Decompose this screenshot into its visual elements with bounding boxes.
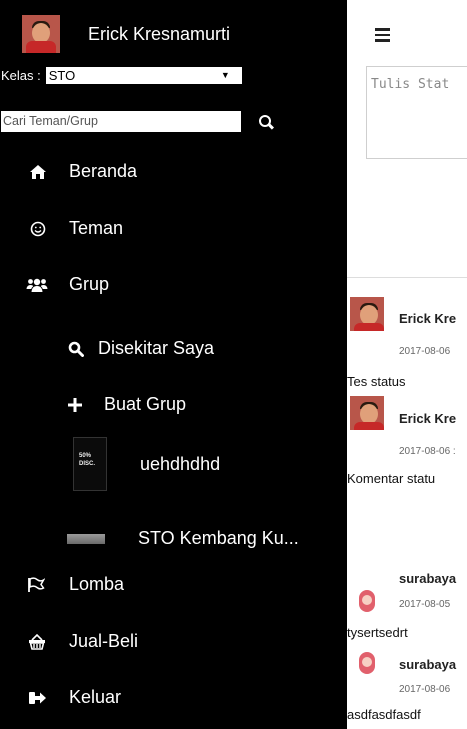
post-avatar[interactable] [350,648,384,682]
nav-item-disekitar-saya[interactable]: Disekitar Saya [67,338,214,359]
side-drawer: Erick Kresnamurti Kelas : STO ▼ Cari Tem… [0,0,347,729]
nav-item-grup[interactable]: Grup [25,274,109,295]
basket-icon [26,632,48,652]
smiley-icon [27,219,49,239]
group-label-uehdhdhd: uehdhdhd [140,453,221,474]
post-text: Tes status [347,374,406,389]
nav-item-lomba[interactable]: Lomba [25,574,124,595]
post-text: asdfasdfasdf [347,707,421,722]
kelas-value: STO [48,68,76,83]
post-author[interactable]: Erick Kre [399,311,456,326]
post-time: 2017-08-06 [399,346,451,357]
divider [347,277,467,278]
avatar [22,15,60,53]
nav-label-disekitar-saya: Disekitar Saya [98,338,215,358]
post-author[interactable]: surabaya [399,657,456,672]
nav-item-keluar[interactable]: Keluar [27,687,121,708]
post-time: 2017-08-06 [399,684,451,695]
post-text: Komentar statu [347,471,436,486]
dropdown-arrow-icon: ▼ [220,70,230,80]
kelas-label: Kelas : [1,68,41,83]
post-avatar[interactable] [350,396,384,430]
nav-item-jual-beli[interactable]: Jual-Beli [26,631,138,652]
plus-icon [67,395,83,415]
home-icon [27,162,49,182]
group-thumbnail: 50% DISC. [73,437,107,491]
search-icon[interactable] [259,114,275,129]
main-content: Tulis Stat Erick Kre 2017-08-06 Tes stat… [347,0,467,729]
post-avatar[interactable] [350,586,384,620]
nav-label-jual-beli: Jual-Beli [69,631,139,651]
post-time: 2017-08-05 [399,599,451,610]
search-icon [67,339,85,359]
nav-item-beranda[interactable]: Beranda [27,161,137,182]
nav-label-beranda: Beranda [69,161,138,181]
post-avatar[interactable] [350,297,384,331]
post-text: tysertsedrt [347,625,408,640]
nav-label-teman: Teman [69,218,124,238]
logout-icon [27,688,49,708]
group-thumbnail [67,533,105,544]
group-label-sto-kembang: STO Kembang Ku... [138,528,299,548]
post-author[interactable]: Erick Kre [399,411,456,426]
profile-name: Erick Kresnamurti [88,23,231,44]
nav-label-lomba: Lomba [69,574,125,594]
nav-label-keluar: Keluar [69,687,122,707]
users-icon [25,275,49,295]
post-time: 2017-08-06 : [399,446,456,457]
status-input[interactable]: Tulis Stat [366,66,467,159]
nav-label-buat-grup: Buat Grup [104,394,187,414]
flag-icon [25,575,47,595]
search-row: Cari Teman/Grup [1,111,275,132]
group-item-uehdhdhd[interactable]: 50% DISC. uehdhdhd [73,437,220,491]
nav-label-grup: Grup [69,274,110,294]
group-item-sto-kembang[interactable]: STO Kembang Ku... [67,528,299,549]
thumb-text: 50% DISC. [79,453,96,467]
hamburger-icon[interactable] [375,28,390,45]
kelas-select[interactable]: STO ▼ [45,67,242,84]
search-input[interactable]: Cari Teman/Grup [1,111,241,132]
post-author[interactable]: surabaya [399,571,456,586]
kelas-row: Kelas : STO ▼ [1,67,242,84]
profile-header[interactable]: Erick Kresnamurti [22,14,230,54]
nav-item-teman[interactable]: Teman [27,218,123,239]
nav-item-buat-grup[interactable]: Buat Grup [67,394,186,415]
